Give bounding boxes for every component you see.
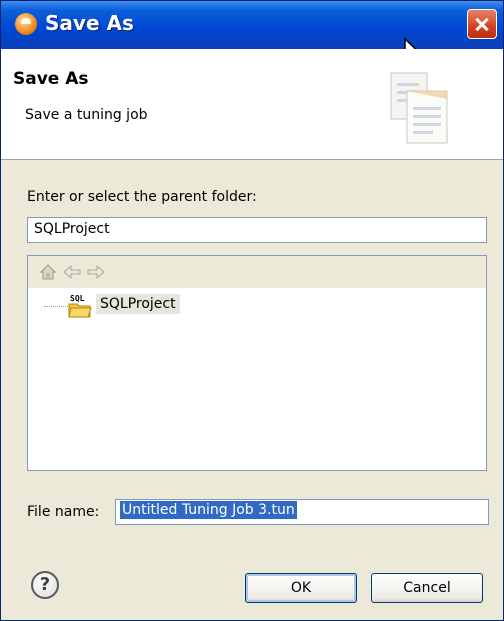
- header-subtitle: Save a tuning job: [25, 107, 148, 123]
- file-name-label: File name:: [27, 504, 100, 520]
- window-title: Save As: [45, 11, 134, 35]
- folder-tree[interactable]: SQL SQLProject: [27, 255, 487, 471]
- tree-item-label[interactable]: SQLProject: [96, 294, 180, 314]
- parent-folder-label: Enter or select the parent folder:: [27, 189, 257, 205]
- home-icon[interactable]: [38, 262, 58, 282]
- documents-icon: [390, 72, 448, 144]
- file-name-input[interactable]: Untitled Tuning Job 3.tun: [115, 499, 489, 525]
- app-icon: [15, 13, 37, 35]
- tree-item-sqlproject[interactable]: SQL SQLProject: [28, 292, 486, 320]
- ok-button[interactable]: OK: [245, 573, 357, 603]
- tree-connector: [44, 306, 68, 307]
- save-as-dialog: Save As Save As Save a tuning job Enter …: [0, 0, 504, 621]
- tree-toolbar: [28, 256, 486, 288]
- header-title: Save As: [13, 69, 89, 89]
- title-bar[interactable]: Save As: [1, 1, 503, 72]
- dialog-header: Save As Save a tuning job: [1, 49, 503, 160]
- parent-folder-input[interactable]: SQLProject: [27, 217, 487, 243]
- forward-arrow-icon[interactable]: [86, 262, 106, 282]
- back-arrow-icon[interactable]: [62, 262, 82, 282]
- sql-project-folder-icon: SQL: [68, 294, 92, 318]
- help-button[interactable]: ?: [31, 571, 59, 599]
- svg-text:SQL: SQL: [70, 294, 85, 303]
- cancel-button[interactable]: Cancel: [371, 573, 483, 603]
- file-name-value: Untitled Tuning Job 3.tun: [120, 501, 297, 519]
- close-button[interactable]: [467, 9, 497, 39]
